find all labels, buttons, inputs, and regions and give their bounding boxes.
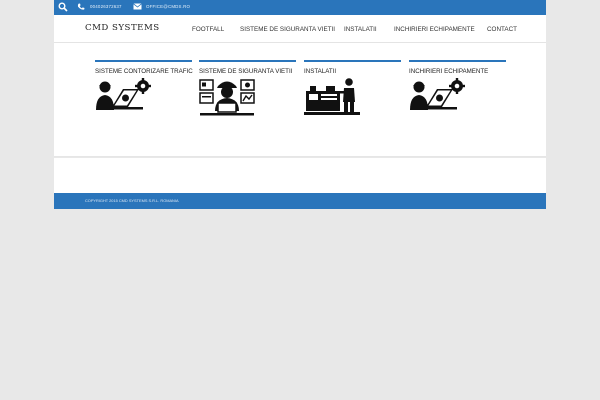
engineer-laptop-gear-icon <box>410 78 465 110</box>
engineer-laptop-gear-icon <box>96 78 151 110</box>
nav-item-contact[interactable]: CONTACT <box>487 26 517 33</box>
card-accent-bar <box>199 60 296 62</box>
top-bar: 004026372637 OFFICE@CMDS.RO <box>54 0 546 15</box>
card-title[interactable]: INSTALATII <box>304 68 401 75</box>
card-title[interactable]: SISTEME DE SIGURANTA VIETII <box>199 68 296 75</box>
nav-item-instalatii[interactable]: INSTALATII <box>344 26 377 33</box>
site-logo[interactable]: CMD SYSTEMS <box>85 23 160 33</box>
page-wrapper: 004026372637 OFFICE@CMDS.RO CMD SYSTEMS … <box>54 0 546 209</box>
worker-helmet-icon <box>199 79 255 116</box>
card-accent-bar <box>409 60 506 62</box>
service-card[interactable]: SISTEME DE SIGURANTA VIETII <box>199 60 296 116</box>
service-card[interactable]: INSTALATII <box>304 60 401 115</box>
copyright-text: COPYRIGHT 2015 CMD SYSTEMS S.R.L. ROMANI… <box>85 198 179 203</box>
card-title[interactable]: SISTEME CONTORIZARE TRAFIC <box>95 68 193 75</box>
envelope-icon <box>133 3 142 10</box>
site-footer: COPYRIGHT 2015 CMD SYSTEMS S.R.L. ROMANI… <box>54 193 546 209</box>
email-link[interactable]: OFFICE@CMDS.RO <box>146 4 190 9</box>
services-section: SISTEME CONTORIZARE TRAFIC SISTEME DE SI <box>54 43 546 157</box>
nav-item-footfall[interactable]: FOOTFALL <box>192 26 224 33</box>
nav-item-sisteme-siguranta[interactable]: SISTEME DE SIGURANTA VIETII <box>240 26 335 33</box>
worker-machinery-icon <box>304 78 360 115</box>
phone-icon <box>77 3 85 10</box>
search-icon[interactable] <box>58 2 68 12</box>
service-card[interactable]: INCHIRIERI ECHIPAMENTE <box>409 60 506 110</box>
card-accent-bar <box>304 60 401 62</box>
card-accent-bar <box>95 60 192 62</box>
nav-item-inchirieri[interactable]: INCHIRIERI ECHIPAMENTE <box>394 26 475 33</box>
blank-section <box>54 158 546 193</box>
service-card[interactable]: SISTEME CONTORIZARE TRAFIC <box>95 60 193 110</box>
site-header: CMD SYSTEMS FOOTFALL SISTEME DE SIGURANT… <box>54 15 546 43</box>
card-title[interactable]: INCHIRIERI ECHIPAMENTE <box>409 68 506 75</box>
phone-number[interactable]: 004026372637 <box>90 4 122 9</box>
